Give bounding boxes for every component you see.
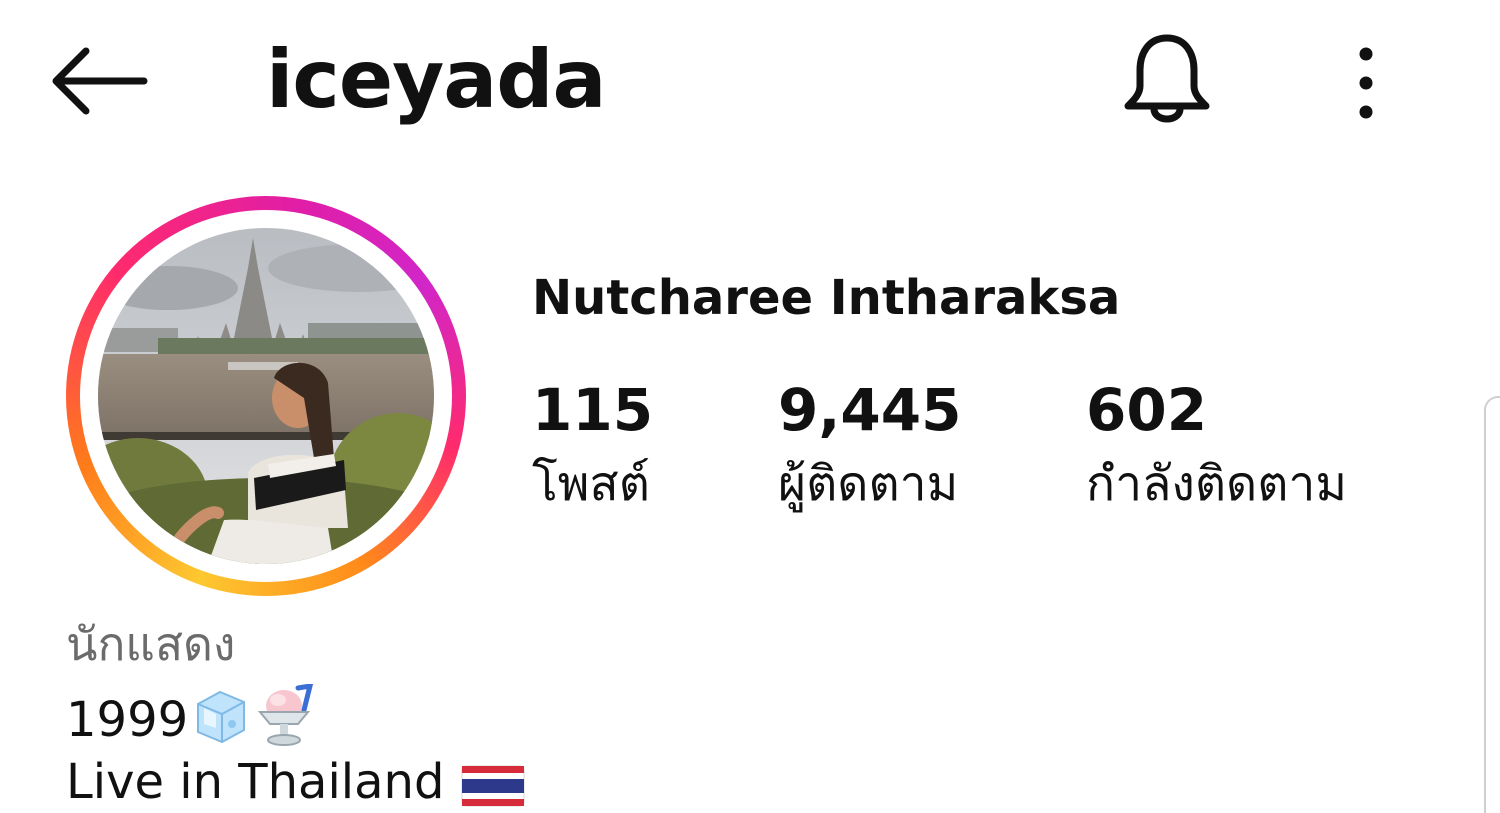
- arrow-left-icon: [52, 47, 148, 115]
- bell-icon: [1124, 34, 1210, 123]
- bio-location-text: Live in Thailand: [66, 754, 445, 810]
- profile-username: iceyada: [266, 33, 606, 126]
- thailand-flag-emoji: [460, 762, 526, 813]
- avatar[interactable]: [98, 228, 434, 564]
- story-ring[interactable]: [66, 196, 466, 596]
- avatar-photo-image: [98, 228, 434, 564]
- bio-category: นักแสดง: [66, 617, 236, 671]
- notifications-button[interactable]: [1118, 28, 1216, 132]
- following-stat[interactable]: 602 กำลังติดตาม: [1086, 372, 1347, 516]
- followers-stat[interactable]: 9,445 ผู้ติดตาม: [778, 372, 961, 516]
- scrollbar-edge[interactable]: [1484, 396, 1500, 813]
- more-options-button[interactable]: [1338, 38, 1394, 128]
- followers-count: 9,445: [778, 376, 962, 444]
- following-count: 602: [1086, 376, 1208, 444]
- posts-label: โพสต์: [532, 456, 650, 512]
- vertical-ellipsis-icon: [1359, 47, 1373, 119]
- posts-stat[interactable]: 115 โพสต์: [532, 372, 653, 516]
- posts-count: 115: [532, 376, 654, 444]
- following-label: กำลังติดตาม: [1086, 456, 1347, 512]
- followers-label: ผู้ติดตาม: [778, 456, 959, 512]
- back-button[interactable]: [44, 36, 156, 126]
- bio-year-text: 1999: [66, 692, 189, 748]
- profile-full-name: Nutcharee Intharaksa: [532, 270, 1121, 326]
- bio-line-2: Live in Thailand: [66, 750, 526, 813]
- profile-screen: iceyada Nutcharee Intharaksa 115 โพสต์ 9…: [0, 0, 1500, 813]
